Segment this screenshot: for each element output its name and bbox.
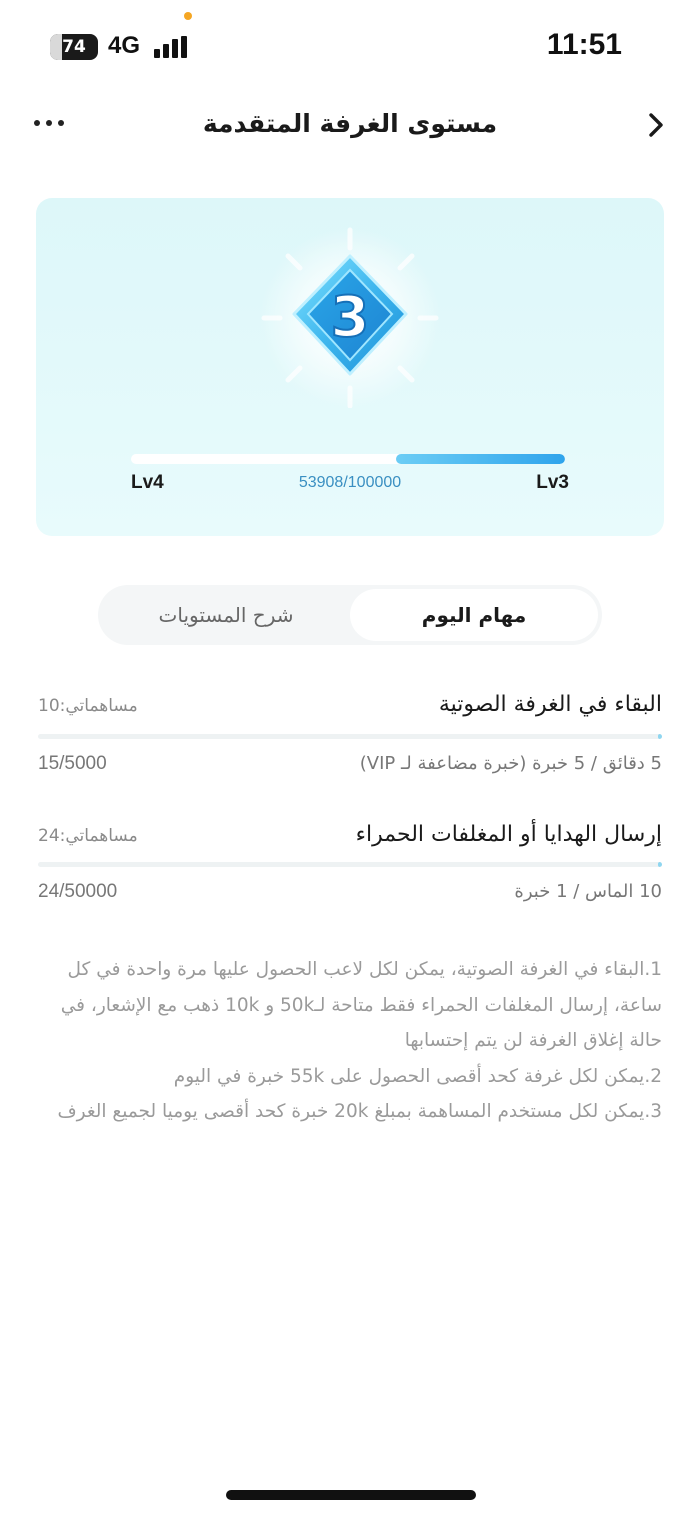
- signal-icon: [154, 36, 187, 58]
- app-header: مستوى الغرفة المتقدمة: [0, 95, 700, 159]
- rule-note: 3.يمكن لكل مستخدم المساهمة بمبلغ 20k خبر…: [57, 1101, 662, 1122]
- badge-number: 3: [331, 285, 370, 350]
- level-progress-fill: [395, 454, 565, 464]
- network-type: 4G: [108, 32, 141, 59]
- rule-note: 1.البقاء في الغرفة الصوتية، يمكن لكل لاع…: [60, 959, 662, 1051]
- task-item: إرسال الهدايا أو المغلفات الحمراء مساهما…: [38, 822, 662, 932]
- task-title: البقاء في الغرفة الصوتية: [438, 692, 662, 717]
- status-time: 11:51: [546, 28, 622, 61]
- task-reward: 10 الماس / 1 خبرة: [514, 881, 662, 902]
- room-level-card: 3 Lv4 53908/100000 Lv3: [36, 198, 664, 536]
- task-progress-bar: [38, 734, 662, 739]
- tabs-bar: مهام اليوم شرح المستويات: [98, 585, 602, 645]
- tab-levels-explanation[interactable]: شرح المستويات: [102, 589, 350, 641]
- status-bar: 74 4G 11:51: [0, 0, 700, 90]
- task-title: إرسال الهدايا أو المغلفات الحمراء: [355, 822, 662, 847]
- task-contribution: مساهماتي:24: [38, 826, 138, 846]
- level-progress-text: 53908/100000: [298, 474, 402, 491]
- home-indicator[interactable]: [226, 1490, 476, 1500]
- chevron-right-icon[interactable]: [642, 109, 670, 141]
- rules-notes: 1.البقاء في الغرفة الصوتية، يمكن لكل لاع…: [38, 952, 662, 1130]
- task-count: 24/50000: [38, 881, 118, 902]
- task-progress-bar: [38, 862, 662, 867]
- tab-today-tasks[interactable]: مهام اليوم: [350, 589, 598, 641]
- page-title: مستوى الغرفة المتقدمة: [202, 109, 498, 138]
- watermark-logo: [500, 1452, 670, 1504]
- task-count: 15/5000: [38, 753, 107, 774]
- privacy-indicator-dot: [184, 12, 192, 20]
- task-progress-fill: [658, 862, 662, 867]
- level-progress-bar: [131, 454, 565, 464]
- battery-icon: 74: [50, 34, 98, 60]
- rule-note: 2.يمكن لكل غرفة كحد أقصى الحصول على 55k …: [173, 1065, 662, 1087]
- task-reward: 5 دقائق / 5 خبرة (خبرة مضاعفة لـ VIP): [359, 753, 662, 774]
- task-progress-fill: [658, 734, 662, 739]
- battery-level: 74: [62, 37, 86, 57]
- task-contribution: مساهماتي:10: [38, 696, 138, 716]
- level-badge-icon: 3: [260, 227, 440, 408]
- task-item: البقاء في الغرفة الصوتية مساهماتي:10 5 د…: [38, 692, 662, 802]
- current-level-label: Lv3: [536, 472, 569, 493]
